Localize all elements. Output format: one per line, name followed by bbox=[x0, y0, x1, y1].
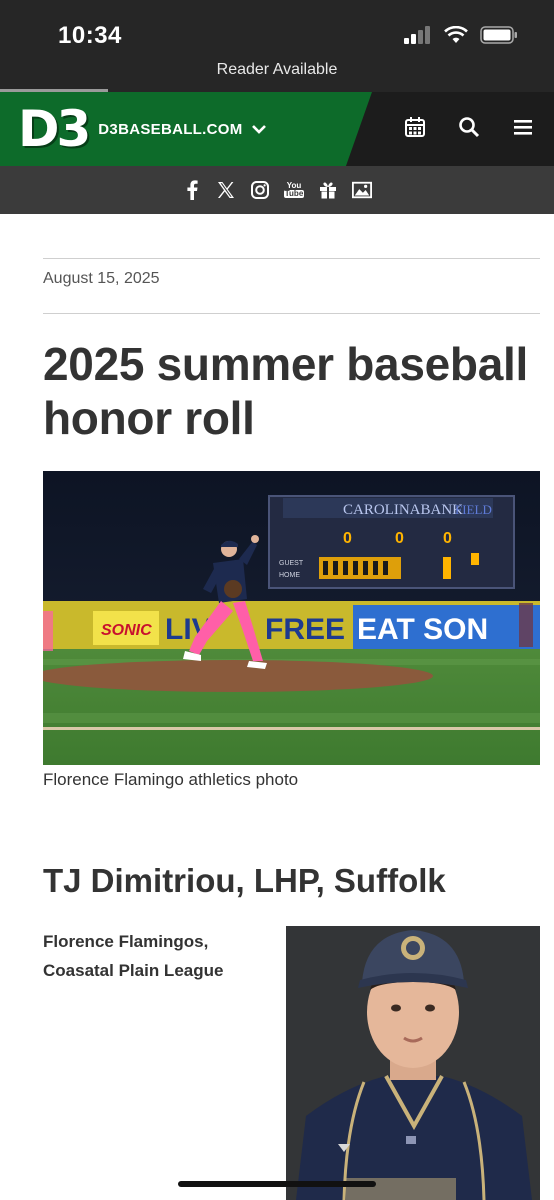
calendar-icon[interactable] bbox=[404, 116, 426, 143]
site-logo[interactable]: D3 bbox=[18, 104, 91, 154]
status-time: 10:34 bbox=[58, 22, 122, 49]
svg-text:0: 0 bbox=[443, 530, 452, 547]
scoreboard-guest: GUEST bbox=[279, 560, 304, 567]
header-actions bbox=[404, 92, 534, 166]
brand-area[interactable]: D3 D3BASEBALL.COM bbox=[0, 92, 372, 166]
player-heading: TJ Dimitriou, LHP, Suffolk bbox=[43, 862, 446, 899]
divider bbox=[43, 313, 540, 314]
hero-photo[interactable]: CAROLINABANK FIELD 0 0 0 GUEST HOME SONI… bbox=[43, 471, 540, 765]
site-header: D3 D3BASEBALL.COM bbox=[0, 92, 554, 166]
scoreboard-home: HOME bbox=[279, 572, 300, 579]
divider bbox=[43, 258, 540, 259]
article-title-line: honor roll bbox=[43, 392, 255, 444]
article-date: August 15, 2025 bbox=[43, 270, 160, 287]
menu-icon[interactable] bbox=[512, 117, 534, 142]
banner-text: FREE bbox=[265, 613, 345, 646]
cellular-signal-icon bbox=[404, 26, 430, 44]
article-title-line: 2025 summer baseball bbox=[43, 338, 528, 390]
wifi-icon bbox=[444, 26, 468, 43]
social-bar: You Tube bbox=[0, 166, 554, 214]
svg-text:0: 0 bbox=[343, 530, 352, 547]
scoreboard-sponsor: CAROLINABANK bbox=[343, 502, 463, 518]
photo-caption: Florence Flamingo athletics photo bbox=[43, 770, 299, 789]
status-icons bbox=[404, 26, 518, 44]
player-headshot[interactable] bbox=[286, 926, 540, 1200]
home-indicator[interactable] bbox=[178, 1181, 376, 1187]
player-team: Florence Flamingos, bbox=[43, 932, 209, 951]
status-bar: 10:34 Reader Available bbox=[0, 0, 554, 92]
battery-icon bbox=[480, 26, 517, 44]
chevron-down-icon[interactable] bbox=[251, 123, 267, 135]
youtube-icon[interactable]: You Tube bbox=[283, 180, 305, 200]
svg-text:0: 0 bbox=[395, 530, 404, 547]
banner-text: EAT SON bbox=[357, 613, 488, 646]
x-icon[interactable] bbox=[216, 180, 236, 200]
site-name[interactable]: D3BASEBALL.COM bbox=[98, 121, 242, 138]
facebook-icon[interactable] bbox=[182, 180, 202, 200]
search-icon[interactable] bbox=[458, 116, 480, 143]
reader-available-label[interactable]: Reader Available bbox=[0, 61, 554, 79]
article-title: 2025 summer baseball honor roll bbox=[43, 337, 548, 445]
banner-sonic: SONIC bbox=[101, 622, 152, 639]
pitcher-photo: CAROLINABANK FIELD 0 0 0 GUEST HOME SONI… bbox=[43, 471, 540, 765]
player-headshot-image bbox=[286, 926, 540, 1200]
image-icon[interactable] bbox=[352, 180, 372, 200]
instagram-icon[interactable] bbox=[250, 180, 270, 200]
gift-icon[interactable] bbox=[318, 180, 338, 200]
player-league: Coasatal Plain League bbox=[43, 961, 224, 980]
scoreboard-sponsor-suffix: FIELD bbox=[455, 502, 492, 517]
